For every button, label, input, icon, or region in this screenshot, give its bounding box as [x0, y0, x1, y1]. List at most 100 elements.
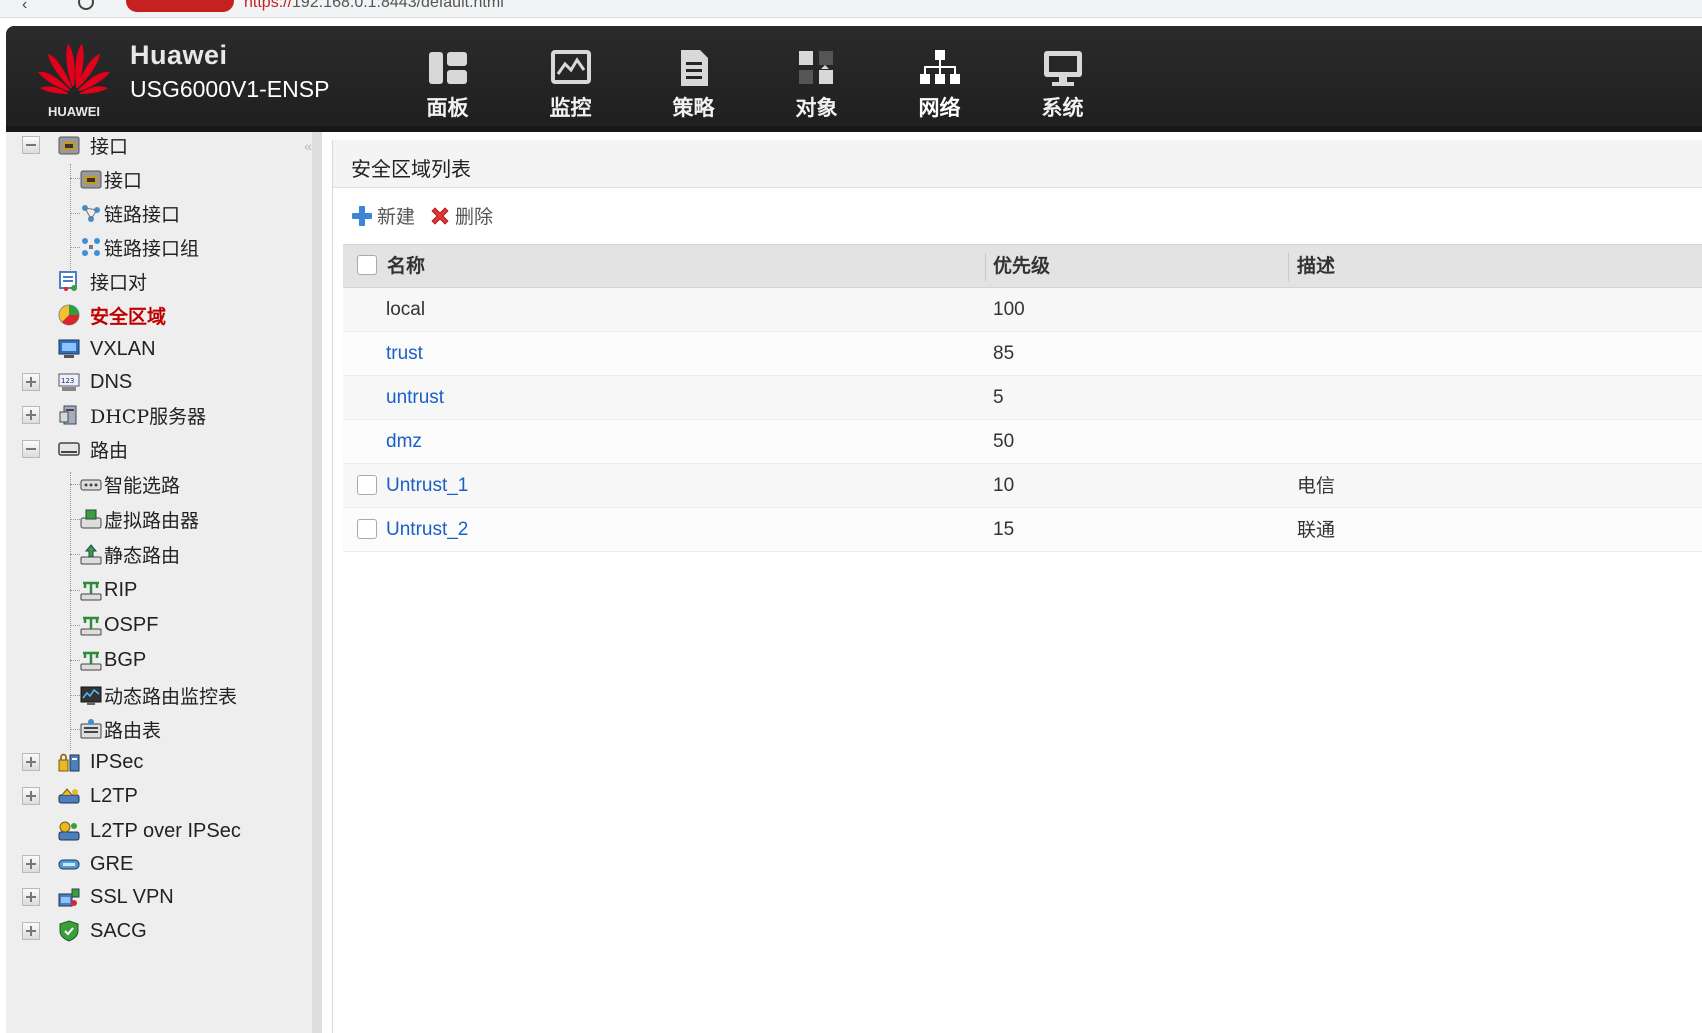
sidebar-item-dhcp-server[interactable]: DHCP服务器: [22, 400, 206, 430]
tree-line: [70, 178, 80, 179]
sidebar-item-link-interface-group[interactable]: 链路接口组: [80, 232, 199, 262]
link-interface-group-icon: [82, 238, 100, 256]
static-route-icon: [80, 544, 102, 565]
security-zone-icon: [58, 304, 80, 326]
ssl-vpn-icon: [58, 888, 80, 907]
collapse-toggle-icon[interactable]: [22, 136, 40, 154]
interface-icon: [80, 170, 102, 189]
nav-label: 面板: [426, 96, 469, 120]
tree-line: [70, 660, 80, 661]
zone-name-link[interactable]: trust: [386, 332, 423, 376]
router-icon: [58, 442, 80, 456]
top-navigation: 面板 监控 策略 对象 网络 系统: [386, 48, 1124, 128]
sidebar-item-rip[interactable]: RIP: [80, 575, 137, 605]
column-header-description[interactable]: 描述: [1297, 245, 1335, 288]
device-model: USG6000V1-ENSP: [130, 76, 330, 102]
nav-object[interactable]: 对象: [755, 48, 878, 128]
sidebar-item-l2tp[interactable]: L2TP: [22, 781, 138, 811]
sidebar-item-gre[interactable]: GRE: [22, 849, 133, 879]
expand-toggle-icon[interactable]: [22, 406, 40, 424]
sidebar-item-l2tp-over-ipsec[interactable]: L2TP over IPSec: [58, 816, 241, 846]
sidebar-item-dns[interactable]: 123 DNS: [22, 367, 132, 397]
delete-button[interactable]: 删除: [429, 202, 493, 229]
zone-priority: 100: [993, 299, 1025, 320]
expand-toggle-icon[interactable]: [22, 753, 40, 771]
object-icon: [798, 51, 833, 84]
sidebar-item-interface[interactable]: 接口: [80, 164, 142, 194]
bgp-icon: [80, 651, 102, 671]
table-row[interactable]: untrust 5: [343, 376, 1702, 420]
dashboard-icon: [428, 52, 467, 84]
zone-priority: 5: [993, 387, 1004, 408]
expand-toggle-icon[interactable]: [22, 888, 40, 906]
expand-toggle-icon[interactable]: [22, 922, 40, 940]
zone-name-link[interactable]: dmz: [386, 420, 422, 464]
monitor-icon: [550, 50, 591, 84]
sidebar-item-routing-table[interactable]: 路由表: [80, 714, 161, 744]
table-header: 名称 优先级 描述: [343, 244, 1702, 288]
sidebar-item-bgp[interactable]: BGP: [80, 645, 146, 675]
back-arrow-icon[interactable]: ‹: [22, 0, 27, 14]
sidebar-item-static-route[interactable]: 静态路由: [80, 539, 180, 569]
main-content: 安全区域列表 新建 删除 名称 优先级 描述 local 100 trust 8…: [332, 140, 1702, 1033]
sidebar-item-virtual-router[interactable]: 虚拟路由器: [80, 504, 199, 534]
sidebar-item-ospf[interactable]: OSPF: [80, 610, 158, 640]
collapse-toggle-icon[interactable]: [22, 440, 40, 458]
table-row[interactable]: dmz 50: [343, 420, 1702, 464]
sidebar-item-ssl-vpn[interactable]: SSL VPN: [22, 882, 174, 912]
nav-network[interactable]: 网络: [878, 48, 1001, 128]
expand-toggle-icon[interactable]: [22, 787, 40, 805]
nav-policy[interactable]: 策略: [632, 48, 755, 128]
tree-line: [70, 590, 80, 591]
plus-icon: [352, 205, 372, 226]
expand-toggle-icon[interactable]: [22, 855, 40, 873]
zone-name-link[interactable]: Untrust_2: [386, 508, 468, 552]
sidebar-item-interface-group[interactable]: 接口: [22, 130, 128, 160]
toolbar: 新建 删除: [351, 202, 507, 229]
address-bar[interactable]: https://192.168.0.1:8443/default.html: [244, 0, 504, 12]
select-all-checkbox[interactable]: [357, 255, 377, 275]
ospf-icon: [80, 616, 102, 636]
column-separator[interactable]: [985, 253, 986, 281]
tree-line: [70, 554, 80, 555]
sidebar-item-routing[interactable]: 路由: [22, 434, 128, 464]
reload-icon[interactable]: [78, 0, 94, 10]
zone-name-link[interactable]: untrust: [386, 376, 444, 420]
sidebar-item-interface-pair[interactable]: 接口对: [58, 266, 147, 296]
network-icon: [919, 50, 960, 84]
zone-name-link[interactable]: Untrust_1: [386, 464, 468, 508]
zone-priority: 15: [993, 519, 1015, 540]
nav-system[interactable]: 系统: [1001, 48, 1124, 128]
tree-line: [70, 519, 80, 520]
column-separator[interactable]: [1288, 253, 1289, 281]
table-row[interactable]: Untrust_1 10 电信: [343, 464, 1702, 508]
sidebar-item-dynamic-route-monitor[interactable]: 动态路由监控表: [80, 680, 237, 710]
huawei-logo-icon: HUAWEI: [38, 44, 110, 119]
dns-icon: 123: [58, 373, 80, 391]
row-checkbox[interactable]: [357, 519, 377, 539]
sidebar-item-smart-routing[interactable]: 智能选路: [80, 469, 180, 499]
vxlan-icon: [58, 339, 80, 358]
sidebar-item-ipsec[interactable]: IPSec: [22, 747, 143, 777]
table-row[interactable]: local 100: [343, 288, 1702, 332]
sidebar-item-vxlan[interactable]: VXLAN: [58, 334, 156, 364]
table-row[interactable]: trust 85: [343, 332, 1702, 376]
dhcp-server-icon: [59, 405, 77, 425]
expand-toggle-icon[interactable]: [22, 373, 40, 391]
tree-line: [70, 625, 80, 626]
sidebar-item-sacg[interactable]: SACG: [22, 916, 147, 946]
sidebar-item-link-interface[interactable]: 链路接口: [80, 198, 180, 228]
table-row[interactable]: Untrust_2 15 联通: [343, 508, 1702, 552]
nav-monitor[interactable]: 监控: [509, 48, 632, 128]
sidebar: « 接口 接口 链路接口 链路接口组 接口对 安全区域 VXLAN 123 DN…: [6, 132, 322, 1033]
new-button[interactable]: 新建: [351, 202, 415, 229]
column-header-priority[interactable]: 优先级: [993, 245, 1050, 288]
row-checkbox[interactable]: [357, 475, 377, 495]
nav-dashboard[interactable]: 面板: [386, 48, 509, 128]
page-title: 安全区域列表: [351, 157, 471, 181]
security-warning-badge[interactable]: [126, 0, 234, 12]
zone-priority: 50: [993, 431, 1015, 452]
column-header-name[interactable]: 名称: [387, 245, 425, 288]
collapse-sidebar-icon[interactable]: «: [304, 138, 312, 154]
sidebar-item-security-zone[interactable]: 安全区域: [58, 300, 166, 330]
